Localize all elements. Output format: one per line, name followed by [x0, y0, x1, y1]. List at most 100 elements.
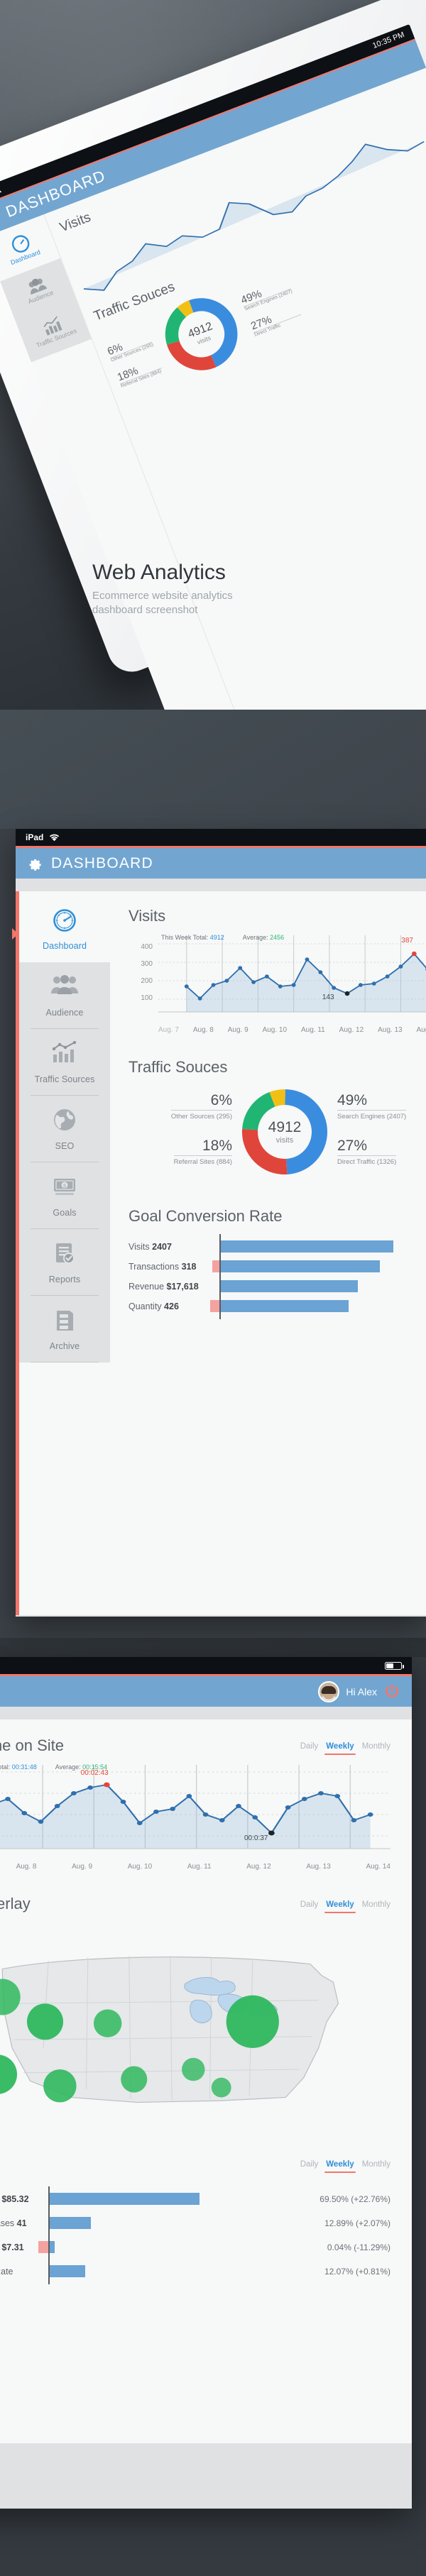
- tab-monthly[interactable]: Monthly: [362, 1900, 390, 1909]
- tab-weekly[interactable]: Weekly: [324, 2160, 356, 2173]
- topbar-shadow-strip: [16, 879, 426, 891]
- goal-row-value: $17,618: [166, 1282, 199, 1292]
- avg-time-title: Avg. Time on Site: [0, 1736, 65, 1754]
- traffic-label-other: 6% Other Sources (295): [129, 1092, 232, 1122]
- traffic-donut-block: 6% Other Sources (295) 18% Referral Site…: [129, 1081, 426, 1183]
- table-row: Revenue $17,618: [129, 1274, 426, 1299]
- tab-weekly[interactable]: Weekly: [324, 1900, 356, 1913]
- sidebar-item-goals[interactable]: $ Goals: [19, 1162, 110, 1229]
- map-overlay-title: Map Overlay: [0, 1895, 31, 1912]
- traffic-labels-right: 49% Search Engines (2407) 27% Direct Tra…: [334, 1081, 426, 1183]
- ecommerce-metrics-section: Daily Weekly Monthly Average Value $85.3…: [0, 2154, 390, 2284]
- tab-daily[interactable]: Daily: [300, 1900, 319, 1909]
- tab-daily[interactable]: Daily: [300, 2160, 319, 2169]
- sidebar-item-label: Goals: [53, 1208, 77, 1218]
- donut-center-value: 4912: [268, 1119, 302, 1135]
- dashboard-panel-bottom: Hi Alex Avg. Time on Site Dail: [0, 1657, 426, 2576]
- tab-monthly[interactable]: Monthly: [362, 1742, 390, 1751]
- sidebar-item-audience[interactable]: Audience: [19, 962, 110, 1029]
- sidebar-item-label: Traffic Sources: [34, 1074, 95, 1084]
- donut-center-label: visits: [275, 1136, 294, 1145]
- avgtime-low-label: 00:0:37: [244, 1834, 268, 1842]
- app-title: DASHBOARD: [51, 854, 153, 871]
- metric-value: $85.32: [1, 2194, 29, 2204]
- metric-percent: 0.04% (-11.29%): [327, 2242, 390, 2252]
- sidebar-item-dashboard[interactable]: Dashboard: [12, 896, 110, 962]
- goal-row-value: 2407: [152, 1242, 172, 1252]
- avg-time-annotations: This Week Total: 00:31:48 Average: 00:15…: [0, 1763, 107, 1771]
- visits-title: Visits: [129, 907, 166, 925]
- topbar-shadow-strip-bottom: [0, 1707, 412, 1719]
- hero-subtitle-line2: dashboard screenshot: [92, 604, 198, 617]
- visits-chart-annotations: This Week Total: 4912 Average: 2456: [161, 934, 284, 941]
- tab-weekly[interactable]: Weekly: [324, 1742, 356, 1755]
- sidebar-item-label: SEO: [55, 1141, 75, 1151]
- wifi-icon: ▵: [0, 185, 2, 195]
- map-overlay-section: Map Overlay Daily Weekly Monthly: [0, 1895, 390, 2130]
- metrics-range-tabs: Daily Weekly Monthly: [300, 2154, 390, 2173]
- sidebar-item-seo[interactable]: SEO: [19, 1096, 110, 1162]
- goal-row-label: Visits: [129, 1242, 150, 1252]
- bar-line-chart-icon: [23, 1040, 106, 1067]
- sidebar-item-archive[interactable]: Archive: [19, 1296, 110, 1363]
- dashboard-main-bottom: Avg. Time on Site Daily Weekly Monthly T…: [0, 1719, 412, 2443]
- us-map[interactable]: [0, 1925, 390, 2130]
- clipboard-check-icon: [23, 1241, 106, 1267]
- us-map-svg: [0, 1956, 339, 2103]
- avg-time-chart: This Week Total: 00:31:48 Average: 00:15…: [0, 1763, 390, 1871]
- tab-monthly[interactable]: Monthly: [362, 2160, 390, 2169]
- avatar[interactable]: [318, 1680, 340, 1702]
- avg-time-x-axis: Aug. 7Aug. 8Aug. 9Aug. 10 Aug. 11Aug. 12…: [16, 1863, 390, 1871]
- traffic-name: Other Sources (295): [170, 1110, 232, 1121]
- app-topbar-bottom: Hi Alex: [0, 1674, 412, 1707]
- map-range-tabs: Daily Weekly Monthly: [300, 1895, 390, 1913]
- table-row: Unique Purchases 41 12.89% (+2.07%): [0, 2211, 390, 2236]
- metric-label: Unique Purchases: [0, 2218, 15, 2228]
- sidebar-item-traffic-sources[interactable]: Traffic Sources: [19, 1029, 110, 1096]
- power-icon[interactable]: [383, 1683, 400, 1700]
- dashboard-content-top: Dashboard Audience Traffic Sources SEO $…: [12, 891, 426, 1615]
- user-area[interactable]: Hi Alex: [318, 1680, 400, 1702]
- avgtime-average-label: Average:: [55, 1763, 81, 1771]
- gear-icon[interactable]: [27, 856, 42, 871]
- people-icon: [23, 974, 106, 1000]
- speedometer-icon: [23, 908, 106, 933]
- sidebar-item-label: Dashboard: [42, 941, 87, 951]
- visits-high-point-label: 387: [401, 937, 413, 945]
- goal-row-value: 426: [164, 1301, 179, 1311]
- avgtime-total-value: 00:31:48: [11, 1763, 37, 1771]
- traffic-name: Referral Sites (884): [173, 1155, 232, 1166]
- metrics-rows: Average Value $85.32 69.50% (+22.76%) Un…: [0, 2186, 390, 2284]
- page-title: Web Analytics: [92, 561, 226, 584]
- traffic-donut-chart: 4912 visits: [239, 1086, 330, 1177]
- avg-time-area-path: [0, 1765, 390, 1849]
- traffic-sources-section: Traffic Souces 6% Other Sources (295) 18…: [129, 1058, 426, 1183]
- status-bar-bottom: [0, 1657, 412, 1674]
- goal-row-value: 318: [181, 1262, 197, 1272]
- traffic-label-referral: 18% Referral Sites (884): [129, 1138, 232, 1167]
- table-row: Average Value $85.32 69.50% (+22.76%): [0, 2186, 390, 2212]
- goal-conversion-title: Goal Conversion Rate: [129, 1207, 283, 1225]
- gear-icon: ⚙: [0, 208, 1, 228]
- globe-icon: [23, 1108, 106, 1133]
- greeting-label: Hi Alex: [346, 1685, 377, 1697]
- traffic-pct: 6%: [210, 1092, 232, 1108]
- table-row: Visits 2407: [129, 1234, 426, 1260]
- battery-icon: [385, 1661, 404, 1670]
- traffic-sources-title: Traffic Souces: [129, 1058, 228, 1076]
- goal-row-label: Transactions: [129, 1262, 180, 1272]
- visits-y-axis: 400 300 200 100: [141, 943, 153, 1002]
- sidebar-item-label: Archive: [49, 1341, 80, 1351]
- sidebar-item-reports[interactable]: Reports: [19, 1229, 110, 1296]
- avg-time-range-tabs: Daily Weekly Monthly: [300, 1736, 390, 1755]
- metric-percent: 12.89% (+2.07%): [324, 2218, 390, 2228]
- visits-average-value: 2456: [270, 934, 285, 941]
- tablet-frame-top: iPad DASHBOARD Dashboard Audience Traffi…: [12, 829, 426, 1617]
- tab-daily[interactable]: Daily: [300, 1742, 319, 1751]
- hero-section: iPad ▵ 10:35 PM ⚙ DASHBOARD Da: [0, 0, 426, 710]
- wifi-icon: [50, 834, 60, 841]
- goal-conversion-rows: Visits 2407 Transactions 318 Revenue $17…: [129, 1234, 426, 1319]
- archive-drawer-icon: [23, 1308, 106, 1333]
- goal-row-label: Quantity: [129, 1301, 162, 1311]
- visits-area-path: [158, 935, 426, 1013]
